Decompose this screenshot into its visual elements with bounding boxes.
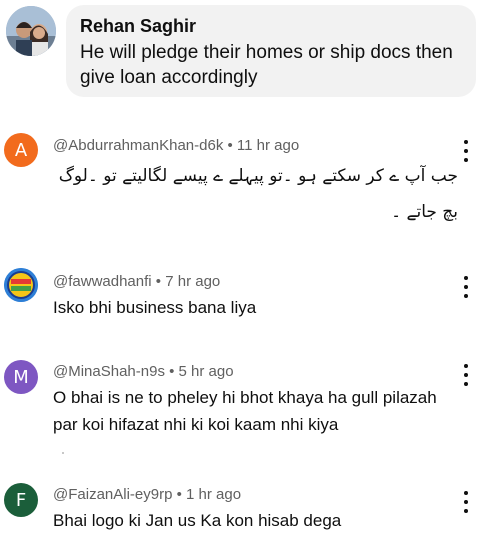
channel-logo-icon bbox=[4, 268, 38, 302]
reply-bubble: Rehan Saghir He will pledge their homes … bbox=[66, 5, 476, 97]
meta-separator: • bbox=[223, 137, 237, 154]
comment-handle[interactable]: @AbdurrahmanKhan-d6k bbox=[53, 137, 223, 154]
more-options-icon[interactable] bbox=[463, 491, 469, 513]
comment-meta: @fawwadhanfi • 7 hr ago bbox=[53, 273, 220, 291]
meta-separator: • bbox=[164, 363, 179, 380]
reply-author[interactable]: Rehan Saghir bbox=[80, 15, 462, 37]
comment-time[interactable]: 7 hr ago bbox=[165, 273, 220, 290]
avatar-letter: M bbox=[13, 366, 29, 388]
comment-text: O bhai is ne to pheley hi bhot khaya ha … bbox=[53, 388, 437, 434]
comment-time[interactable]: 5 hr ago bbox=[179, 363, 234, 380]
avatar-letter: F bbox=[15, 489, 27, 511]
comment-time[interactable]: 11 hr ago bbox=[237, 137, 299, 154]
avatar[interactable] bbox=[4, 268, 38, 302]
more-options-icon[interactable] bbox=[463, 140, 469, 162]
avatar[interactable]: A bbox=[4, 133, 38, 167]
more-options-icon[interactable] bbox=[463, 364, 469, 386]
comment-text: Bhai logo ki Jan us Ka kon hisab dega bbox=[53, 511, 342, 530]
comment-text: Isko bhi business bana liya bbox=[53, 298, 257, 317]
comment-text: جب آپ ے کر سکتے ہو ۔تو پیہلے ے پیسے لگال… bbox=[58, 166, 458, 222]
comment-handle[interactable]: @fawwadhanfi bbox=[53, 273, 152, 290]
comment-meta: @FaizanAli-ey9rp • 1 hr ago bbox=[53, 486, 241, 504]
avatar[interactable]: F bbox=[4, 483, 38, 517]
more-options-icon[interactable] bbox=[463, 276, 469, 298]
reply-text: He will pledge their homes or ship docs … bbox=[80, 42, 453, 88]
comment-meta: @MinaShah-n9s • 5 hr ago bbox=[53, 363, 234, 381]
avatar[interactable]: M bbox=[4, 360, 38, 394]
meta-separator: • bbox=[151, 273, 166, 290]
divider-dot bbox=[62, 452, 64, 454]
avatar-letter: A bbox=[14, 139, 28, 161]
comment-meta: @AbdurrahmanKhan-d6k • 11 hr ago bbox=[53, 137, 299, 155]
avatar-rehan-saghir[interactable] bbox=[6, 6, 56, 56]
meta-separator: • bbox=[172, 486, 187, 503]
comment-handle[interactable]: @FaizanAli-ey9rp bbox=[53, 486, 172, 503]
comment-time[interactable]: 1 hr ago bbox=[186, 486, 241, 503]
comment-handle[interactable]: @MinaShah-n9s bbox=[53, 363, 165, 380]
